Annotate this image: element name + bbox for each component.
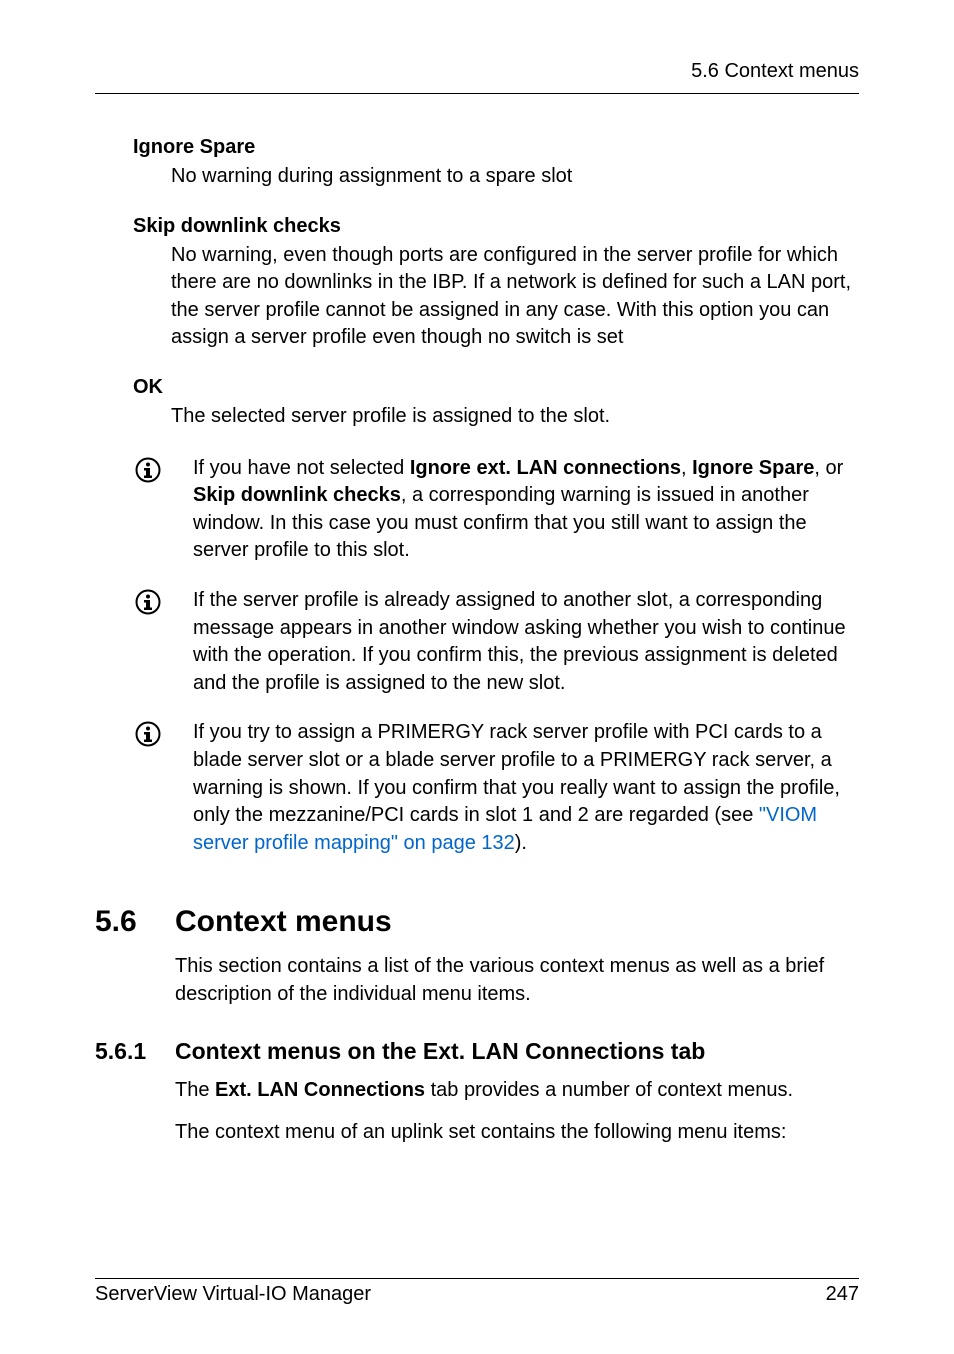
info-note: If you have not selected Ignore ext. LAN…: [133, 455, 859, 565]
subsection-body-2: The context menu of an uplink set contai…: [175, 1119, 859, 1147]
footer-left: ServerView Virtual-IO Manager: [95, 1283, 371, 1306]
section-heading: 5.6 Context menus: [95, 905, 859, 939]
page-footer: ServerView Virtual-IO Manager 247: [95, 1278, 859, 1306]
info-note: If you try to assign a PRIMERGY rack ser…: [133, 719, 859, 857]
section-title: Context menus: [175, 905, 392, 939]
info-icon: [135, 457, 161, 483]
definition-term: Ignore Spare: [133, 136, 859, 159]
definition-description: No warning during assignment to a spare …: [171, 163, 859, 191]
info-text: If you try to assign a PRIMERGY rack ser…: [193, 719, 859, 857]
page-header: 5.6 Context menus: [95, 60, 859, 94]
definition-ok: OK The selected server profile is assign…: [133, 376, 859, 431]
breadcrumb: 5.6 Context menus: [691, 60, 859, 82]
info-note: If the server profile is already assigne…: [133, 587, 859, 697]
definition-description: No warning, even though ports are config…: [171, 242, 859, 352]
section-body: This section contains a list of the vari…: [175, 953, 859, 1008]
subsection-body: The Ext. LAN Connections tab provides a …: [175, 1077, 859, 1105]
info-text: If you have not selected Ignore ext. LAN…: [193, 455, 859, 565]
subsection-number: 5.6.1: [95, 1038, 175, 1065]
subsection-title: Context menus on the Ext. LAN Connection…: [175, 1038, 705, 1065]
info-icon: [135, 589, 161, 615]
definition-description: The selected server profile is assigned …: [171, 403, 859, 431]
definition-ignore-spare: Ignore Spare No warning during assignmen…: [133, 136, 859, 191]
subsection-heading: 5.6.1 Context menus on the Ext. LAN Conn…: [95, 1038, 859, 1065]
footer-page-number: 247: [826, 1283, 859, 1306]
definition-term: Skip downlink checks: [133, 215, 859, 238]
section-number: 5.6: [95, 905, 175, 939]
info-text: If the server profile is already assigne…: [193, 587, 859, 697]
info-icon: [135, 721, 161, 747]
definition-skip-downlink-checks: Skip downlink checks No warning, even th…: [133, 215, 859, 352]
definition-term: OK: [133, 376, 859, 399]
